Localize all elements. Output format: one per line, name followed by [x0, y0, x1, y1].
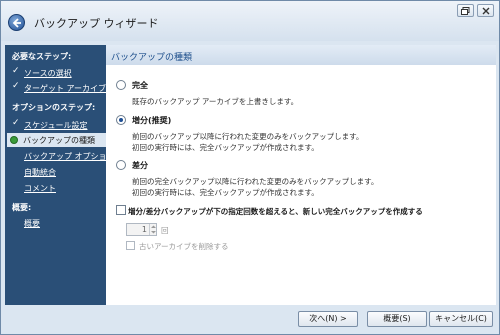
check-icon: ✓	[12, 66, 20, 76]
delete-old-archives-label: 古いアーカイブを削除する	[139, 242, 229, 251]
main-panel: バックアップの種類 完全 既存のバックアップ アーカイブを上書きします。 増分(…	[106, 45, 496, 305]
full-label: 完全	[132, 81, 148, 90]
incremental-desc-1: 前回のバックアップ以降に行われた変更のみをバックアップします。	[132, 132, 364, 141]
panel-header: バックアップの種類	[106, 45, 496, 65]
incremental-desc-2: 初回の実行時には、完全バックアップが作成されます。	[132, 143, 319, 152]
restore-button[interactable]	[457, 4, 474, 17]
sidebar-item-comment[interactable]: コメント	[24, 183, 56, 194]
back-button[interactable]	[8, 14, 25, 31]
optional-steps-header: オプションのステップ:	[12, 103, 96, 112]
sidebar-item-label: バックアップの種類	[23, 136, 95, 145]
current-step-icon	[10, 136, 18, 144]
page-title: バックアップの種類	[111, 53, 193, 63]
arrow-left-icon	[12, 18, 21, 28]
new-full-backup-checkbox[interactable]	[116, 205, 126, 215]
close-button[interactable]	[477, 4, 494, 17]
summary-button[interactable]: 概要(S)	[367, 311, 427, 327]
button-bar: 次へ(N) > 概要(S) キャンセル(C)	[1, 305, 499, 334]
check-icon: ✓	[12, 81, 20, 91]
close-icon	[482, 7, 490, 15]
sidebar-item-auto-consolidation[interactable]: 自動統合	[24, 167, 56, 178]
next-button[interactable]: 次へ(N) >	[298, 311, 358, 327]
full-radio[interactable]	[116, 80, 126, 90]
spin-up-down-icon	[151, 225, 156, 234]
sidebar-item-source[interactable]: ソースの選択	[24, 68, 72, 79]
backup-count-stepper[interactable]: 1	[126, 223, 157, 236]
differential-label: 差分	[132, 161, 148, 170]
sidebar-item-target-archive[interactable]: ターゲット アーカイブ	[24, 83, 106, 94]
check-icon: ✓	[12, 118, 20, 128]
window-title: バックアップ ウィザード	[34, 17, 159, 30]
new-full-backup-label: 増分/差分バックアップが下の指定回数を超えると、新しい完全バックアップを作成する	[128, 207, 423, 216]
title-bar: バックアップ ウィザード	[1, 1, 499, 41]
spin-arrows[interactable]	[149, 224, 156, 235]
required-steps-header: 必要なステップ:	[12, 52, 72, 61]
restore-icon	[461, 7, 470, 15]
incremental-label: 増分(推奨)	[132, 116, 172, 125]
differential-radio[interactable]	[116, 160, 126, 170]
cancel-button[interactable]: キャンセル(C)	[429, 311, 493, 327]
steps-sidebar: 必要なステップ: ✓ ソースの選択 ✓ ターゲット アーカイブ オプションのステ…	[5, 45, 115, 305]
differential-desc-2: 初回の実行時には、完全バックアップが作成されます。	[132, 188, 319, 197]
spin-unit: 回	[161, 226, 169, 235]
sidebar-item-summary[interactable]: 概要	[24, 218, 40, 229]
spin-value: 1	[141, 225, 147, 234]
sidebar-item-schedule[interactable]: スケジュール設定	[24, 120, 87, 131]
delete-old-archives-checkbox[interactable]	[126, 241, 135, 250]
differential-desc-1: 前回の完全バックアップ以降に行われた変更のみをバックアップします。	[132, 177, 379, 186]
incremental-radio[interactable]	[116, 115, 126, 125]
full-desc: 既存のバックアップ アーカイブを上書きします。	[132, 97, 299, 106]
summary-header: 概要:	[12, 203, 32, 212]
sidebar-item-backup-type[interactable]: バックアップの種類	[7, 133, 106, 147]
backup-wizard-window: バックアップ ウィザード 必要なステップ: ✓ ソースの選択 ✓ ターゲット ア…	[0, 0, 500, 335]
sidebar-item-backup-options[interactable]: バックアップ オプション	[24, 151, 115, 162]
